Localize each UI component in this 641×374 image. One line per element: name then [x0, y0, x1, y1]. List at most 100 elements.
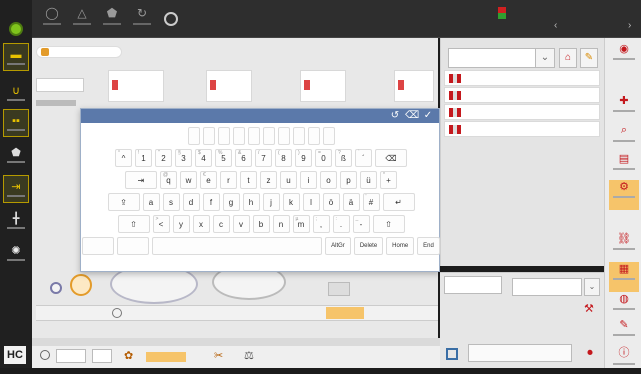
keyboard-key[interactable]: k: [282, 193, 300, 211]
mode-icon[interactable]: [164, 12, 178, 26]
keyboard-key[interactable]: e €: [200, 171, 217, 189]
sidebar-item-bobbin[interactable]: ⬟: [4, 142, 28, 168]
tool-icon[interactable]: ⚒: [584, 302, 598, 318]
keyboard-word-key[interactable]: [292, 127, 305, 145]
save-button[interactable]: [468, 344, 572, 362]
chevron-left-icon[interactable]: ‹: [554, 20, 557, 31]
keyboard-key[interactable]: x: [192, 215, 210, 233]
keyboard-key[interactable]: a: [142, 193, 160, 211]
keyboard-key[interactable]: < >: [152, 215, 170, 233]
keyboard-key[interactable]: i: [300, 171, 317, 189]
sidebar-item-adjust[interactable]: ╋: [4, 208, 28, 234]
keyboard-word-key[interactable]: [262, 127, 275, 145]
confirm-icon[interactable]: ✓: [422, 110, 434, 122]
keyboard-key[interactable]: y: [172, 215, 190, 233]
undo-icon[interactable]: ↺: [389, 110, 401, 122]
sidebar-item-lights[interactable]: ▪▪: [3, 109, 29, 137]
keyboard-word-key[interactable]: [307, 127, 320, 145]
keyboard-key[interactable]: o: [320, 171, 337, 189]
power-icon[interactable]: [40, 350, 50, 360]
keyboard-word-key[interactable]: [277, 127, 290, 145]
station-card[interactable]: [206, 70, 252, 102]
keyboard-word-key[interactable]: [217, 127, 230, 145]
keyboard-key[interactable]: ö: [322, 193, 340, 211]
keyboard-key[interactable]: ^ °: [115, 149, 132, 167]
scale-icon[interactable]: ⚖: [244, 349, 254, 362]
list-item[interactable]: [444, 70, 600, 86]
keyboard-key[interactable]: b: [252, 215, 270, 233]
keyboard-key[interactable]: - _: [352, 215, 370, 233]
bottom-field[interactable]: [56, 349, 86, 363]
type-select[interactable]: [512, 278, 582, 296]
keyboard-word-key[interactable]: [322, 127, 335, 145]
keyboard-key[interactable]: w: [180, 171, 197, 189]
keyboard-key[interactable]: g: [222, 193, 240, 211]
keyboard-key[interactable]: ä: [342, 193, 360, 211]
tool-button[interactable]: ◉: [609, 42, 639, 72]
keyboard-key[interactable]: n: [272, 215, 290, 233]
keyboard-key[interactable]: v: [232, 215, 250, 233]
chevron-right-icon[interactable]: ›: [628, 20, 631, 31]
keyboard-key[interactable]: 3 §: [175, 149, 192, 167]
keyboard-key[interactable]: 1!: [135, 149, 152, 167]
bobbin-button[interactable]: ⬟: [100, 6, 124, 32]
keyboard-word-key[interactable]: [202, 127, 215, 145]
home-icon[interactable]: ⌂: [559, 48, 577, 68]
station-card[interactable]: [300, 70, 346, 102]
left-setting-field[interactable]: [36, 78, 84, 92]
keyboard-key[interactable]: ⌫: [375, 149, 407, 167]
keyboard-key[interactable]: ⇥: [125, 171, 157, 189]
keyboard-key[interactable]: s: [162, 193, 180, 211]
end-key[interactable]: End: [417, 237, 440, 255]
keyboard-key[interactable]: z: [260, 171, 277, 189]
list-item[interactable]: [444, 104, 600, 120]
keyboard-key[interactable]: ü: [360, 171, 377, 189]
keyboard-key[interactable]: ´ `: [355, 149, 372, 167]
keyboard-key[interactable]: c: [212, 215, 230, 233]
keyboard-key[interactable]: 0 =: [315, 149, 332, 167]
clear-icon[interactable]: ⌫: [405, 110, 419, 122]
keyboard-key[interactable]: 4 $: [195, 149, 212, 167]
keyboard-key[interactable]: u: [280, 171, 297, 189]
keyboard-key[interactable]: 8(: [275, 149, 292, 167]
list-item[interactable]: [444, 87, 600, 103]
keyboard-key[interactable]: p: [340, 171, 357, 189]
chevron-down-icon[interactable]: ⌄: [584, 278, 600, 296]
pencil-icon[interactable]: ✎: [580, 48, 598, 68]
keyboard-key[interactable]: .:: [332, 215, 350, 233]
keyboard-key[interactable]: ⇧: [117, 215, 150, 233]
keyboard-word-key[interactable]: [187, 127, 200, 145]
bottom-toggle[interactable]: [92, 349, 112, 363]
sidebar-item-sequence[interactable]: ⇥: [3, 175, 29, 203]
keyboard-key[interactable]: h: [242, 193, 260, 211]
keyboard-key[interactable]: ⇪: [107, 193, 140, 211]
needle-icon[interactable]: ✂: [214, 349, 223, 362]
keyboard-key[interactable]: 5%: [215, 149, 232, 167]
keyboard-key[interactable]: # ': [362, 193, 380, 211]
delete-key[interactable]: Delete: [353, 237, 384, 255]
keyboard-key[interactable]: r: [220, 171, 237, 189]
keyboard-key[interactable]: 9): [295, 149, 312, 167]
tool-button-active[interactable]: ▦: [609, 262, 639, 292]
altgr-key[interactable]: AltGr: [325, 237, 351, 255]
list-item[interactable]: [444, 121, 600, 137]
tool-button-active[interactable]: ⚙: [609, 180, 639, 210]
keyboard-key[interactable]: + *: [380, 171, 397, 189]
stop-button[interactable]: ◯: [40, 6, 64, 32]
keyboard-key[interactable]: mµ: [292, 215, 310, 233]
chevron-down-icon[interactable]: ⌄: [535, 48, 555, 68]
record-icon[interactable]: ⏺: [580, 344, 600, 362]
keyboard-key[interactable]: 2 ": [155, 149, 172, 167]
power-icon[interactable]: [112, 308, 122, 318]
keyboard-key[interactable]: t: [240, 171, 257, 189]
keyboard-key[interactable]: ß?: [335, 149, 352, 167]
tool-button[interactable]: ✚: [609, 94, 639, 124]
workspace-tab[interactable]: [36, 46, 122, 58]
tool-button[interactable]: ⛓: [609, 232, 639, 262]
home-key[interactable]: Home: [386, 237, 415, 255]
keyboard-key[interactable]: [82, 237, 115, 255]
sidebar-item-machine[interactable]: ▬: [3, 43, 29, 71]
thread-icon[interactable]: ✿: [124, 349, 133, 362]
keyboard-key[interactable]: j: [262, 193, 280, 211]
control-value[interactable]: [326, 307, 364, 319]
